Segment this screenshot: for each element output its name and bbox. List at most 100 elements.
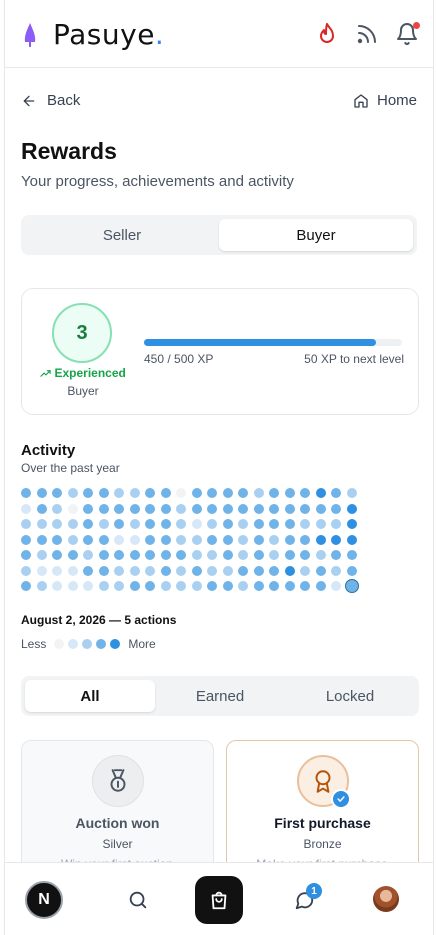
heatmap-cell[interactable] [160,581,171,591]
heatmap-cell[interactable] [207,550,217,560]
heatmap-cell[interactable] [52,581,62,591]
heatmap-cell[interactable] [346,503,357,514]
shopping-bag-icon[interactable] [195,876,243,924]
heatmap-cell[interactable] [114,581,124,591]
heatmap-cell[interactable] [315,534,326,545]
back-link[interactable]: Back [21,92,80,109]
heatmap-cell[interactable] [331,519,341,529]
heatmap-cell[interactable] [176,550,186,560]
heatmap-cell[interactable] [315,550,326,560]
heatmap-cell[interactable] [36,488,47,498]
heatmap-cell[interactable] [315,503,326,514]
heatmap-cell[interactable] [222,503,233,514]
heatmap-cell[interactable] [191,534,202,545]
heatmap-cell[interactable] [222,581,233,591]
heatmap-cell[interactable] [176,534,186,545]
heatmap-cell[interactable] [253,550,264,560]
heatmap-cell[interactable] [114,565,124,576]
heatmap-cell[interactable] [36,519,47,529]
heatmap-cell[interactable] [207,581,217,591]
heatmap-cell[interactable] [315,565,326,576]
heatmap-cell[interactable] [36,581,47,591]
heatmap-cell[interactable] [331,488,341,498]
heatmap-cell[interactable] [253,534,264,545]
heatmap-cell[interactable] [207,519,217,529]
heatmap-cell[interactable] [160,534,171,545]
heatmap-cell[interactable] [315,581,326,591]
heatmap-cell[interactable] [52,503,62,514]
heatmap-cell[interactable] [191,581,202,591]
heatmap-cell[interactable] [176,488,186,498]
heatmap-cell[interactable] [67,565,78,576]
heatmap-cell[interactable] [284,565,295,576]
heatmap-cell[interactable] [300,534,310,545]
heatmap-cell[interactable] [269,581,279,591]
heatmap-cell[interactable] [176,503,186,514]
heatmap-cell[interactable] [114,488,124,498]
heatmap-cell[interactable] [300,519,310,529]
heatmap-cell[interactable] [300,550,310,560]
heatmap-cell[interactable] [160,550,171,560]
heatmap-cell[interactable] [114,550,124,560]
heatmap-cell[interactable] [207,503,217,514]
heatmap-cell[interactable] [114,519,124,529]
heatmap-cell[interactable] [284,503,295,514]
tab-all[interactable]: All [25,680,155,712]
heatmap-cell[interactable] [67,534,78,545]
heatmap-cell[interactable] [83,581,93,591]
heatmap-cell[interactable] [52,565,62,576]
tab-buyer[interactable]: Buyer [219,219,413,251]
heatmap-cell[interactable] [36,503,47,514]
heatmap-cell[interactable] [284,550,295,560]
heatmap-cell[interactable] [222,488,233,498]
heatmap-cell[interactable] [222,550,233,560]
heatmap-cell[interactable] [145,581,155,591]
heatmap-cell[interactable] [331,550,341,560]
bell-icon[interactable] [395,22,420,46]
heatmap-cell[interactable] [284,488,295,498]
heatmap-cell[interactable] [269,565,279,576]
heatmap-cell[interactable] [145,534,155,545]
heatmap-cell[interactable] [253,503,264,514]
heatmap-cell[interactable] [346,565,357,576]
heatmap-cell[interactable] [253,565,264,576]
heatmap-cell[interactable] [52,550,62,560]
heatmap-cell[interactable] [98,565,109,576]
heatmap-cell[interactable] [176,565,186,576]
heatmap-cell[interactable] [253,488,264,498]
heatmap-cell[interactable] [83,503,93,514]
heatmap-cell[interactable] [300,565,310,576]
heatmap-cell[interactable] [98,488,109,498]
heatmap-cell[interactable] [160,488,171,498]
heatmap-cell[interactable] [67,519,78,529]
heatmap-cell[interactable] [52,488,62,498]
heatmap-cell[interactable] [222,534,233,545]
home-link[interactable]: Home [353,92,417,109]
heatmap-cell[interactable] [207,488,217,498]
heatmap-cell[interactable] [129,534,140,545]
heatmap-cell[interactable] [98,581,109,591]
heatmap-cell-selected[interactable] [344,579,359,593]
heatmap-cell[interactable] [315,488,326,498]
home-n-icon[interactable]: N [25,881,63,919]
heatmap-cell[interactable] [222,519,233,529]
heatmap-cell[interactable] [67,550,78,560]
heatmap-cell[interactable] [83,519,93,529]
heatmap-cell[interactable] [21,550,31,560]
heatmap-cell[interactable] [98,519,109,529]
heatmap-cell[interactable] [83,565,93,576]
heatmap-cell[interactable] [129,565,140,576]
heatmap-cell[interactable] [83,534,93,545]
heatmap-cell[interactable] [67,488,78,498]
heatmap-cell[interactable] [284,581,295,591]
heatmap-cell[interactable] [269,534,279,545]
heatmap-cell[interactable] [346,519,357,529]
heatmap-cell[interactable] [36,534,47,545]
heatmap-cell[interactable] [36,565,47,576]
heatmap-cell[interactable] [129,503,140,514]
heatmap-cell[interactable] [36,550,47,560]
heatmap-cell[interactable] [114,503,124,514]
heatmap-cell[interactable] [21,581,31,591]
heatmap-cell[interactable] [238,581,248,591]
heatmap-cell[interactable] [238,519,248,529]
